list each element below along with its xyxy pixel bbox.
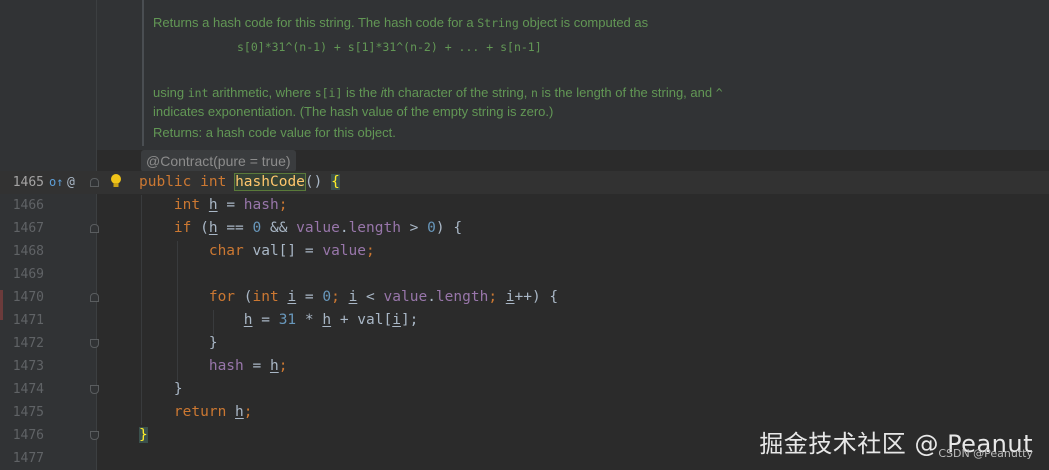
code-line[interactable]: 1469 [0,263,1049,286]
fold-toggle[interactable] [90,293,99,302]
override-icon[interactable]: o↑ [49,171,63,194]
fold-toggle[interactable] [90,178,99,187]
code-line[interactable]: 1473 hash = h; [0,355,1049,378]
line-number: 1472 [12,336,44,351]
watermark-sub: CSDN @Peanutty [938,447,1033,460]
fold-toggle[interactable] [90,385,99,394]
code-text: return h; [173,404,253,420]
code-text: public int hashCode() { [139,173,340,191]
line-number: 1465 [12,175,44,190]
code-line[interactable]: 1475 return h; [0,401,1049,424]
line-number: 1466 [12,198,44,213]
line-number: 1474 [12,382,44,397]
code-line[interactable]: 1471 h = 31 * h + val[i]; [0,309,1049,332]
code-text: h = 31 * h + val[i]; [243,312,419,328]
code-text: } [139,427,148,443]
contract-annotation: @Contract(pure = true) [141,150,296,172]
fold-toggle[interactable] [90,431,99,440]
javadoc-line-4: indicates exponentiation. (The hash valu… [153,104,554,119]
line-number: 1470 [12,290,44,305]
line-number: 1475 [12,405,44,420]
javadoc-line-3: using int arithmetic, where s[i] is the … [153,85,723,100]
code-line[interactable]: 1474 } [0,378,1049,401]
code-text: char val[] = value; [208,243,375,259]
line-number: 1473 [12,359,44,374]
fold-toggle[interactable] [90,224,99,233]
code-line[interactable]: 1468 char val[] = value; [0,240,1049,263]
code-line[interactable]: 1465 o↑ @ public int hashCode() { [0,171,1049,194]
javadoc-bar [142,0,144,146]
code-text: if (h == 0 && value.length > 0) { [173,220,463,236]
code-text: } [173,381,183,397]
code-text: } [208,335,218,351]
code-line[interactable]: 1467 if (h == 0 && value.length > 0) { [0,217,1049,240]
line-number: 1476 [12,428,44,443]
line-number: 1471 [12,313,44,328]
line-number: 1477 [12,451,44,466]
line-number: 1469 [12,267,44,282]
line-number: 1467 [12,221,44,236]
javadoc-formula: s[0]*31^(n-1) + s[1]*31^(n-2) + ... + s[… [237,40,542,54]
code-text: hash = h; [208,358,288,374]
code-text: int h = hash; [173,197,288,213]
code-text: for (int i = 0; i < value.length; i++) { [208,289,559,305]
fold-toggle[interactable] [90,339,99,348]
javadoc-line-1: Returns a hash code for this string. The… [153,15,649,30]
javadoc-returns: Returns: a hash code value for this obje… [153,125,396,140]
code-line[interactable]: 1466 int h = hash; [0,194,1049,217]
annotation-icon[interactable]: @ [67,171,75,194]
code-line[interactable]: 1472 } [0,332,1049,355]
line-number: 1468 [12,244,44,259]
code-line[interactable]: 1470 for (int i = 0; i < value.length; i… [0,286,1049,309]
method-name-hashcode: hashCode [234,173,306,191]
